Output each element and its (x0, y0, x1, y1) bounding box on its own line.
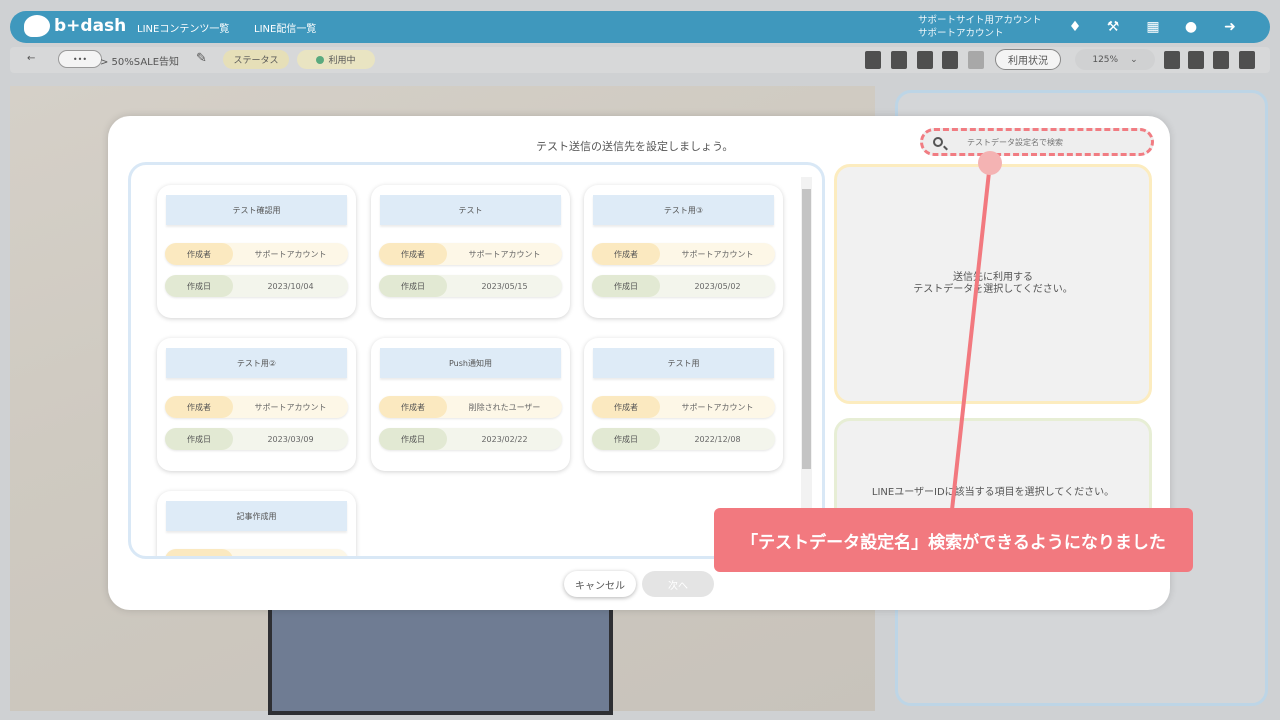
feature-callout: 「テストデータ設定名」検索ができるようになりました (714, 508, 1193, 572)
callout-pointer-dot (978, 151, 1002, 175)
callout-pointer-line (950, 162, 992, 511)
